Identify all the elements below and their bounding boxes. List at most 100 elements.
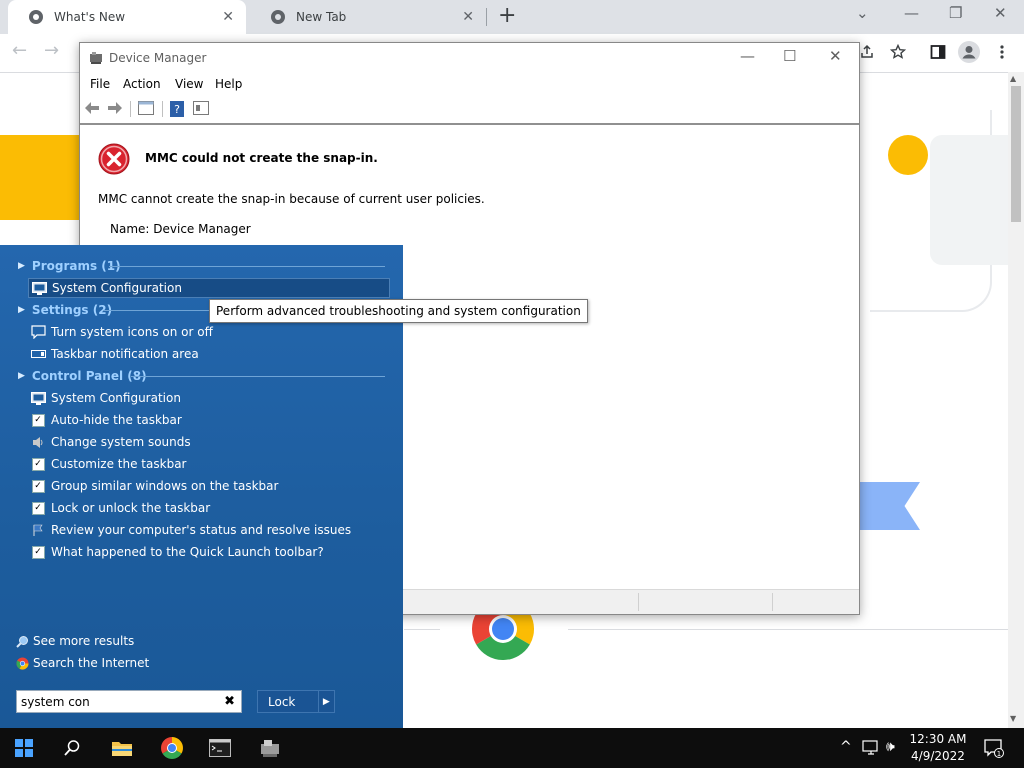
close-tab-icon[interactable]: ✕ (222, 9, 234, 25)
chrome-taskbar-button[interactable] (148, 728, 196, 768)
sysconfig-icon (30, 391, 46, 405)
menu-view[interactable]: View (175, 77, 203, 91)
taskbar-clock[interactable]: 12:30 AM 4/9/2022 (908, 731, 968, 765)
error-title: MMC could not create the snap-in. (145, 151, 378, 165)
speaker-icon (30, 435, 46, 449)
programs-header[interactable]: ▶ Programs (1) (18, 259, 121, 273)
flag-icon (30, 523, 46, 537)
search-button[interactable] (48, 728, 96, 768)
section-rule (109, 266, 385, 267)
tab-separator (486, 8, 487, 26)
share-icon[interactable] (859, 44, 875, 60)
menu-bar: File Action View Help (80, 73, 859, 95)
device-manager-taskbar-button[interactable] (246, 728, 294, 768)
search-icon (16, 635, 28, 648)
menu-file[interactable]: File (90, 77, 110, 91)
back-button[interactable]: ← (12, 40, 27, 61)
window-title: Device Manager (109, 51, 207, 65)
divider (568, 629, 1008, 630)
new-tab-button[interactable]: + (498, 3, 516, 28)
settings-header[interactable]: ▶ Settings (2) (18, 303, 112, 317)
window-titlebar[interactable]: Device Manager — ☐ ✕ (80, 43, 859, 73)
tab-title: New Tab (296, 10, 347, 24)
notifications-icon[interactable]: 1 (984, 738, 1004, 758)
console-tree-icon[interactable] (138, 101, 154, 115)
checkbox-icon: ✓ (30, 501, 46, 515)
show-hidden-icons-icon[interactable]: ^ (840, 739, 852, 755)
clock-time: 12:30 AM (909, 732, 967, 746)
result-group-similar-windows[interactable]: ✓ Group similar windows on the taskbar (28, 476, 390, 496)
terminal-taskbar-button[interactable] (196, 728, 244, 768)
profile-icon[interactable] (958, 41, 980, 63)
close-tab-icon[interactable]: ✕ (462, 9, 474, 25)
clock-date: 4/9/2022 (911, 749, 965, 763)
sysconfig-icon (31, 281, 47, 295)
chrome-icon (271, 10, 285, 24)
menu-help[interactable]: Help (215, 77, 242, 91)
result-system-configuration-cp[interactable]: System Configuration (28, 388, 390, 408)
section-rule (131, 376, 385, 377)
speech-bubble-icon (30, 325, 46, 339)
result-system-configuration[interactable]: System Configuration (28, 278, 390, 298)
star-icon[interactable] (890, 44, 906, 60)
result-quick-launch-toolbar[interactable]: ✓ What happened to the Quick Launch tool… (28, 542, 390, 562)
minimize-button[interactable]: — (904, 4, 919, 22)
result-taskbar-notification-area[interactable]: Taskbar notification area (28, 344, 390, 364)
scrollbar-thumb[interactable] (1011, 86, 1021, 222)
close-button[interactable]: ✕ (829, 47, 842, 65)
menu-action[interactable]: Action (123, 77, 161, 91)
result-change-system-sounds[interactable]: Change system sounds (28, 432, 390, 452)
forward-arrow-icon[interactable] (107, 101, 123, 115)
taskbar: ^ 🕪 12:30 AM 4/9/2022 1 (0, 728, 1024, 768)
tab-whats-new[interactable]: What's New ✕ (8, 0, 246, 34)
volume-icon[interactable]: 🕪 (886, 739, 895, 755)
result-lock-unlock-taskbar[interactable]: ✓ Lock or unlock the taskbar (28, 498, 390, 518)
forward-button[interactable]: → (44, 40, 59, 61)
start-search-box[interactable]: ✖ (16, 690, 242, 713)
notification-count: 1 (997, 750, 1001, 758)
error-icon (98, 143, 130, 175)
result-review-computer-status[interactable]: Review your computer's status and resolv… (28, 520, 390, 540)
tab-title: What's New (54, 10, 126, 24)
back-arrow-icon[interactable] (84, 101, 100, 115)
tab-new-tab[interactable]: New Tab ✕ (250, 0, 486, 34)
start-button[interactable] (0, 728, 48, 768)
scroll-down-icon[interactable]: ▼ (1010, 714, 1016, 723)
result-customize-taskbar[interactable]: ✓ Customize the taskbar (28, 454, 390, 474)
control-panel-header[interactable]: ▶ Control Panel (8) (18, 369, 147, 383)
checkbox-icon: ✓ (30, 479, 46, 493)
tooltip: Perform advanced troubleshooting and sys… (209, 299, 588, 323)
expand-triangle-icon: ▶ (18, 305, 25, 315)
window-toolbar: ? (80, 95, 859, 125)
result-turn-system-icons[interactable]: Turn system icons on or off (28, 322, 390, 342)
sidebar-icon[interactable] (930, 44, 946, 60)
clear-search-icon[interactable]: ✖ (224, 694, 235, 709)
menu-icon[interactable] (998, 44, 1006, 60)
checkbox-icon: ✓ (30, 545, 46, 559)
maximize-button[interactable]: ☐ (783, 47, 796, 65)
illustration-shape (0, 135, 80, 220)
search-icon (64, 740, 80, 756)
search-internet-link[interactable]: Search the Internet (16, 656, 149, 670)
expand-triangle-icon: ▶ (18, 261, 25, 271)
network-icon[interactable] (862, 740, 880, 756)
search-input[interactable] (17, 691, 215, 712)
lock-options-arrow-icon[interactable]: ▶ (317, 691, 334, 712)
chrome-icon (161, 737, 183, 759)
section-rule (103, 310, 209, 311)
lock-button[interactable]: Lock ▶ (257, 690, 335, 713)
tab-search-icon[interactable]: ⌄ (856, 4, 869, 22)
see-more-results-link[interactable]: See more results (16, 634, 134, 648)
minimize-button[interactable]: — (740, 47, 755, 65)
snap-in-name: Name: Device Manager (110, 222, 251, 236)
restore-button[interactable]: ❐ (949, 4, 962, 22)
scroll-up-icon[interactable]: ▲ (1010, 74, 1016, 83)
close-button[interactable]: ✕ (994, 4, 1007, 22)
chrome-icon (29, 10, 43, 24)
help-icon[interactable]: ? (170, 101, 184, 117)
result-auto-hide-taskbar[interactable]: ✓ Auto-hide the taskbar (28, 410, 390, 430)
chrome-icon (16, 657, 29, 670)
file-explorer-button[interactable] (98, 728, 146, 768)
properties-icon[interactable] (193, 101, 209, 115)
checkbox-icon: ✓ (30, 413, 46, 427)
